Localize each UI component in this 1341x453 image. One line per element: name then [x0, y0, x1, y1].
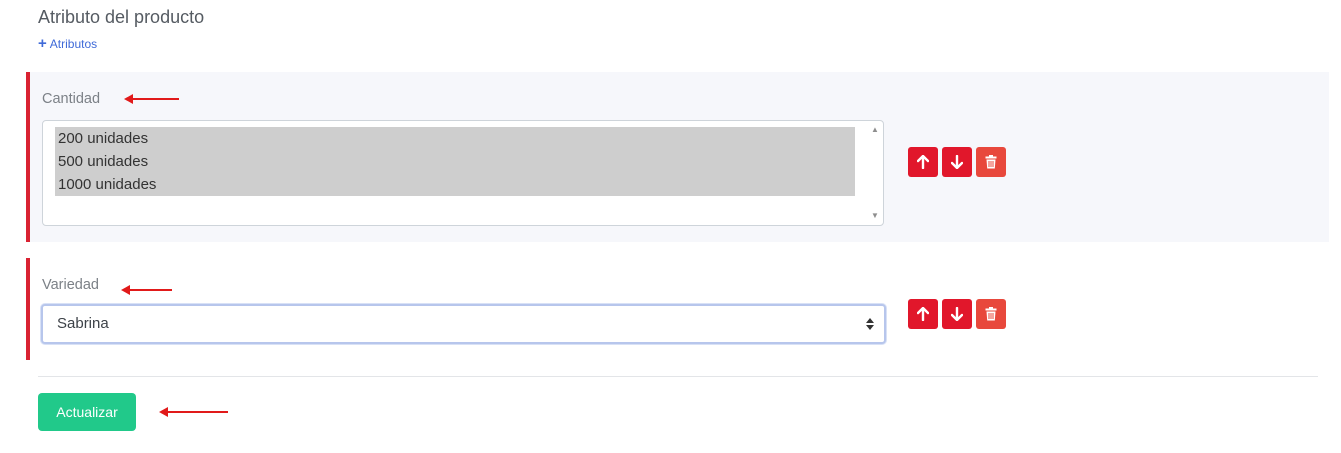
multiselect-option[interactable]: 500 unidades: [55, 150, 855, 173]
annotation-arrow: [159, 407, 228, 417]
annotation-arrow: [124, 94, 179, 104]
multiselect-option[interactable]: 200 unidades: [55, 127, 855, 150]
trash-icon: [985, 155, 997, 169]
attribute-label: Variedad: [42, 277, 99, 293]
plus-icon: +: [38, 35, 47, 52]
scroll-down-icon[interactable]: ▼: [871, 212, 879, 220]
annotation-arrow: [121, 285, 172, 295]
select-value: Sabrina: [57, 315, 109, 332]
arrow-down-icon: [951, 155, 963, 169]
select-caret-icon: [866, 318, 874, 330]
cantidad-multiselect[interactable]: 200 unidades 500 unidades 1000 unidades …: [42, 120, 884, 226]
move-up-button[interactable]: [908, 299, 938, 329]
divider: [38, 376, 1318, 377]
delete-button[interactable]: [976, 147, 1006, 177]
scrollbar[interactable]: ▲ ▼: [867, 122, 882, 224]
arrow-up-icon: [917, 155, 929, 169]
arrow-down-icon: [951, 307, 963, 321]
add-attribute-link[interactable]: + Atributos: [38, 35, 98, 52]
move-down-button[interactable]: [942, 299, 972, 329]
attribute-actions: [908, 299, 1006, 329]
attribute-block-cantidad: Cantidad 200 unidades 500 unidades 1000 …: [26, 72, 1329, 242]
multiselect-option[interactable]: 1000 unidades: [55, 173, 855, 196]
move-down-button[interactable]: [942, 147, 972, 177]
add-attribute-label: Atributos: [49, 37, 98, 51]
variedad-select[interactable]: Sabrina: [41, 304, 886, 344]
attribute-actions: [908, 147, 1006, 177]
section-title: Atributo del producto: [38, 7, 205, 27]
move-up-button[interactable]: [908, 147, 938, 177]
attribute-block-variedad: Variedad Sabrina: [26, 258, 1329, 360]
arrow-up-icon: [917, 307, 929, 321]
scroll-up-icon[interactable]: ▲: [871, 126, 879, 134]
delete-button[interactable]: [976, 299, 1006, 329]
attribute-label: Cantidad: [42, 91, 101, 107]
trash-icon: [985, 307, 997, 321]
update-button[interactable]: Actualizar: [38, 393, 136, 431]
